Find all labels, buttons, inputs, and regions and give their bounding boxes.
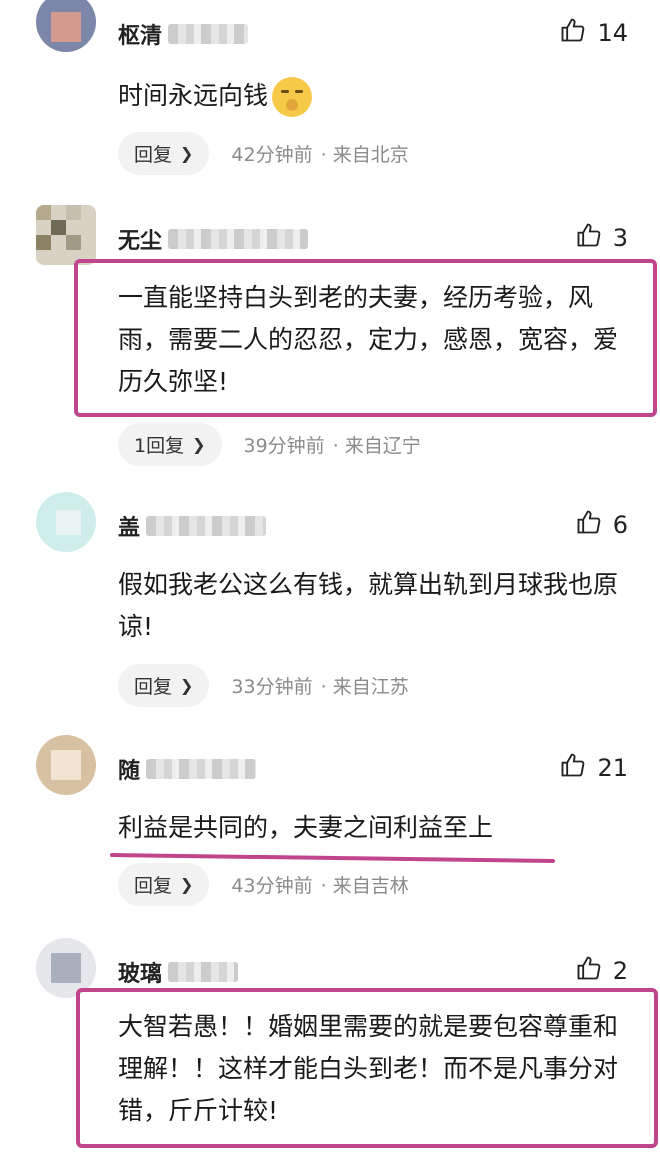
comment-meta: 1回复 ❯ 39分钟前 · 来自辽宁 [118, 423, 421, 466]
blurred-username [168, 24, 249, 44]
thumbs-up-icon [575, 954, 603, 988]
comment-text: 假如我老公这么有钱，就算出轨到月球我也原谅! [118, 570, 619, 641]
chevron-right-icon: ❯ [180, 144, 194, 163]
username[interactable]: 枢清 [118, 18, 249, 50]
comment-text: 一直能坚持白头到老的夫妻，经历考验，风雨，需要二人的忍忍，定力，感恩，宽容，爱历… [118, 283, 619, 396]
reply-button[interactable]: 1回复 ❯ [118, 423, 222, 466]
location: · 来自江苏 [320, 676, 409, 698]
location: · 来自吉林 [320, 875, 409, 897]
comment-meta: 回复 ❯ 42分钟前 · 来自北京 [118, 132, 409, 175]
avatar[interactable] [36, 205, 96, 265]
avatar[interactable] [36, 492, 96, 552]
avatar[interactable] [36, 0, 96, 52]
timestamp: 42分钟前 [231, 144, 313, 166]
thumbs-up-icon [575, 221, 603, 255]
chevron-right-icon: ❯ [180, 875, 194, 894]
reply-button[interactable]: 回复 ❯ [118, 863, 210, 906]
location: · 来自辽宁 [332, 435, 421, 457]
like-count: 14 [597, 19, 628, 47]
username[interactable]: 无尘 [118, 223, 309, 255]
timestamp: 39分钟前 [243, 435, 325, 457]
like-count: 3 [612, 224, 628, 252]
location: · 来自北京 [320, 144, 409, 166]
reply-button[interactable]: 回复 ❯ [118, 664, 210, 707]
like-count: 6 [612, 511, 628, 539]
like-button[interactable]: 14 [559, 16, 628, 50]
shushing-face-emoji [272, 77, 313, 117]
reply-button[interactable]: 回复 ❯ [118, 132, 210, 175]
thumbs-up-icon [559, 751, 587, 785]
chevron-right-icon: ❯ [192, 435, 206, 454]
like-button[interactable]: 6 [575, 508, 628, 542]
comment-text: 利益是共同的，夫妻之间利益至上 [118, 813, 494, 842]
blurred-username [146, 759, 257, 779]
blurred-username [168, 962, 239, 982]
username[interactable]: 随 [118, 753, 257, 785]
comment-meta: 回复 ❯ 33分钟前 · 来自江苏 [118, 664, 409, 707]
blurred-username [146, 516, 267, 536]
avatar[interactable] [36, 735, 96, 795]
timestamp: 33分钟前 [231, 676, 313, 698]
like-button[interactable]: 3 [575, 221, 628, 255]
like-button[interactable]: 2 [575, 954, 628, 988]
blurred-username [168, 229, 309, 249]
comment-text: 大智若愚！！婚姻里需要的就是要包容尊重和理解！！这样才能白头到老！而不是凡事分对… [118, 1012, 619, 1125]
like-count: 21 [597, 754, 628, 782]
timestamp: 43分钟前 [231, 875, 313, 897]
username[interactable]: 盖 [118, 510, 267, 542]
like-count: 2 [612, 957, 628, 985]
thumbs-up-icon [559, 16, 587, 50]
comment-text: 时间永远向钱 [118, 75, 633, 117]
chevron-right-icon: ❯ [180, 676, 194, 695]
comment-meta: 回复 ❯ 43分钟前 · 来自吉林 [118, 863, 409, 906]
like-button[interactable]: 21 [559, 751, 628, 785]
thumbs-up-icon [575, 508, 603, 542]
username[interactable]: 玻璃 [118, 956, 239, 988]
